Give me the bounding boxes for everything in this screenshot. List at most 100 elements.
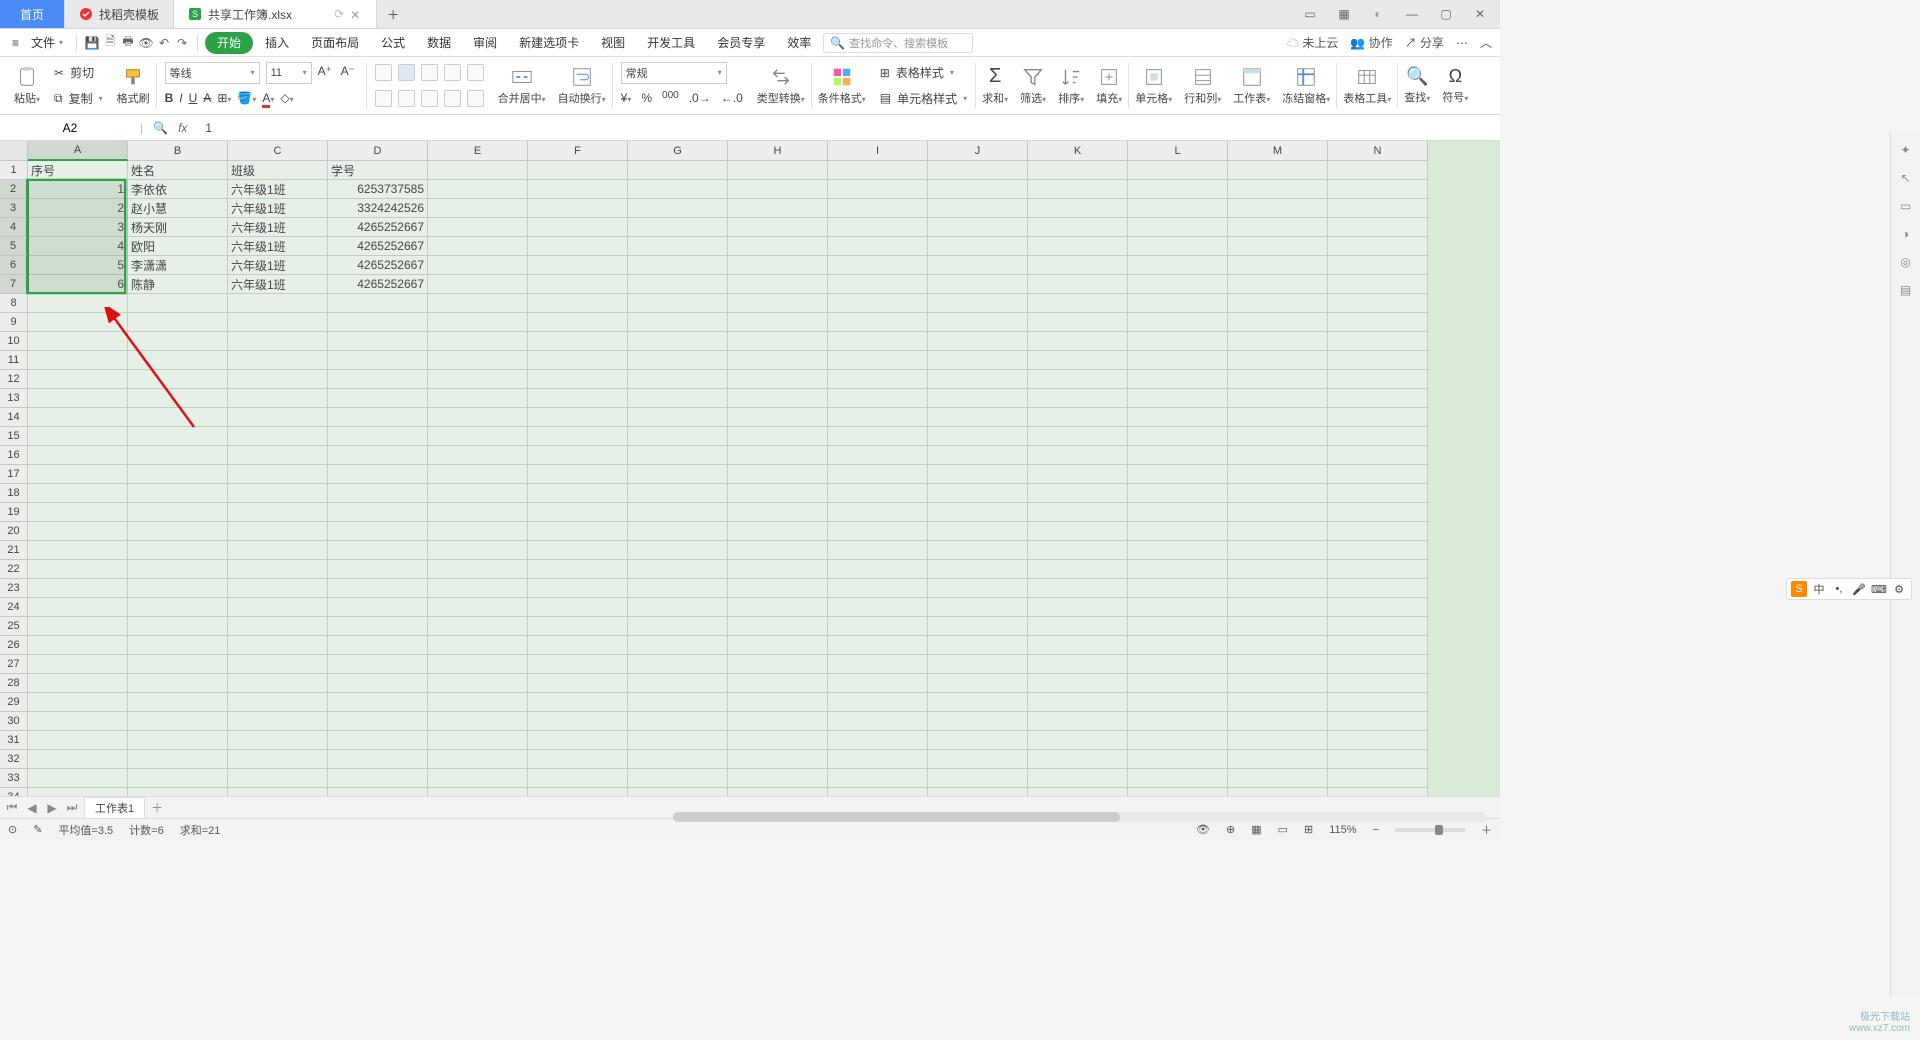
cell[interactable] xyxy=(828,636,928,655)
col-header[interactable]: G xyxy=(628,141,728,161)
cell[interactable] xyxy=(828,199,928,218)
align-left-icon[interactable] xyxy=(375,90,392,107)
cell[interactable] xyxy=(728,161,828,180)
cell[interactable] xyxy=(1128,332,1228,351)
cell[interactable] xyxy=(928,446,1028,465)
fill-button[interactable]: 填充▾ xyxy=(1090,59,1128,112)
col-header[interactable]: D xyxy=(328,141,428,161)
save-as-icon[interactable]: 🗎 xyxy=(102,35,118,51)
cell[interactable] xyxy=(928,199,1028,218)
cell[interactable] xyxy=(328,674,428,693)
row-header[interactable]: 26 xyxy=(0,636,28,655)
row-header[interactable]: 1 xyxy=(0,161,28,180)
cell[interactable] xyxy=(1328,389,1428,408)
cell[interactable] xyxy=(828,769,928,788)
align-middle-icon[interactable] xyxy=(398,64,415,81)
redo-icon[interactable]: ↷ xyxy=(174,35,190,51)
cell[interactable] xyxy=(128,503,228,522)
cell[interactable] xyxy=(228,788,328,796)
align-center-icon[interactable] xyxy=(398,90,415,107)
cell[interactable] xyxy=(428,731,528,750)
col-header[interactable]: I xyxy=(828,141,928,161)
cell[interactable] xyxy=(228,427,328,446)
cell[interactable] xyxy=(28,446,128,465)
menu-member[interactable]: 会员专享 xyxy=(707,32,775,54)
cell[interactable] xyxy=(328,503,428,522)
cell[interactable] xyxy=(528,389,628,408)
record-icon[interactable]: ⊙ xyxy=(8,823,17,836)
cell[interactable] xyxy=(28,332,128,351)
cell[interactable]: 赵小慧 xyxy=(128,199,228,218)
cell[interactable]: 陈静 xyxy=(128,275,228,294)
cell[interactable] xyxy=(1128,256,1228,275)
cell[interactable] xyxy=(828,693,928,712)
cell[interactable] xyxy=(528,522,628,541)
cell[interactable] xyxy=(28,712,128,731)
col-header[interactable]: J xyxy=(928,141,1028,161)
cell[interactable] xyxy=(728,218,828,237)
cell[interactable] xyxy=(928,332,1028,351)
cell[interactable] xyxy=(528,712,628,731)
cell[interactable] xyxy=(828,712,928,731)
percent-icon[interactable]: % xyxy=(641,91,652,105)
cell[interactable] xyxy=(1028,294,1128,313)
font-name-select[interactable]: 等线▾ xyxy=(165,62,260,84)
cell[interactable] xyxy=(828,731,928,750)
cell[interactable] xyxy=(328,788,428,796)
cell[interactable] xyxy=(1228,788,1328,796)
side-props-icon[interactable]: ▤ xyxy=(1900,283,1911,297)
cell[interactable] xyxy=(828,465,928,484)
minimize-icon[interactable]: — xyxy=(1400,7,1424,21)
cell[interactable] xyxy=(1028,237,1128,256)
cell[interactable] xyxy=(628,294,728,313)
ime-toolbar[interactable]: S 中 •, 🎤 ⌨ ⚙ xyxy=(1786,578,1912,600)
cell[interactable] xyxy=(928,294,1028,313)
cell[interactable] xyxy=(228,655,328,674)
cell[interactable] xyxy=(928,636,1028,655)
cell[interactable] xyxy=(1028,256,1128,275)
cell[interactable] xyxy=(928,389,1028,408)
cell[interactable] xyxy=(1328,427,1428,446)
cell[interactable] xyxy=(528,237,628,256)
cell[interactable] xyxy=(1228,712,1328,731)
col-header[interactable]: H xyxy=(728,141,828,161)
cell[interactable] xyxy=(928,731,1028,750)
cell[interactable] xyxy=(1328,218,1428,237)
print-preview-icon[interactable]: 👁 xyxy=(138,35,154,51)
new-tab-button[interactable]: ＋ xyxy=(377,0,409,28)
cell[interactable] xyxy=(1228,579,1328,598)
cell[interactable] xyxy=(628,579,728,598)
row-header[interactable]: 4 xyxy=(0,218,28,237)
cell[interactable] xyxy=(428,218,528,237)
cell[interactable] xyxy=(928,465,1028,484)
cell[interactable] xyxy=(728,522,828,541)
cell[interactable] xyxy=(228,294,328,313)
cell[interactable]: 1 xyxy=(28,180,128,199)
cell[interactable] xyxy=(828,313,928,332)
cell[interactable] xyxy=(1128,389,1228,408)
cell[interactable] xyxy=(928,693,1028,712)
cell[interactable] xyxy=(428,750,528,769)
cell[interactable] xyxy=(328,484,428,503)
cell[interactable] xyxy=(828,180,928,199)
cell[interactable] xyxy=(628,788,728,796)
cell[interactable] xyxy=(1228,294,1328,313)
cell[interactable]: 李潇潇 xyxy=(128,256,228,275)
row-header[interactable]: 13 xyxy=(0,389,28,408)
ime-keyboard-icon[interactable]: ⌨ xyxy=(1871,581,1887,597)
cell[interactable] xyxy=(328,598,428,617)
cond-format-button[interactable]: 条件格式▾ xyxy=(812,59,872,112)
cell[interactable] xyxy=(928,484,1028,503)
cell[interactable] xyxy=(1328,484,1428,503)
cell[interactable] xyxy=(728,750,828,769)
row-header[interactable]: 34 xyxy=(0,788,28,796)
row-header[interactable]: 30 xyxy=(0,712,28,731)
cell[interactable] xyxy=(228,579,328,598)
indent-dec-icon[interactable] xyxy=(444,64,461,81)
cell[interactable] xyxy=(928,579,1028,598)
tab-file[interactable]: S 共享工作簿.xlsx ⟳ ✕ xyxy=(174,0,377,28)
cell[interactable] xyxy=(528,370,628,389)
cell[interactable] xyxy=(128,446,228,465)
cell[interactable] xyxy=(328,408,428,427)
cell[interactable] xyxy=(1328,712,1428,731)
